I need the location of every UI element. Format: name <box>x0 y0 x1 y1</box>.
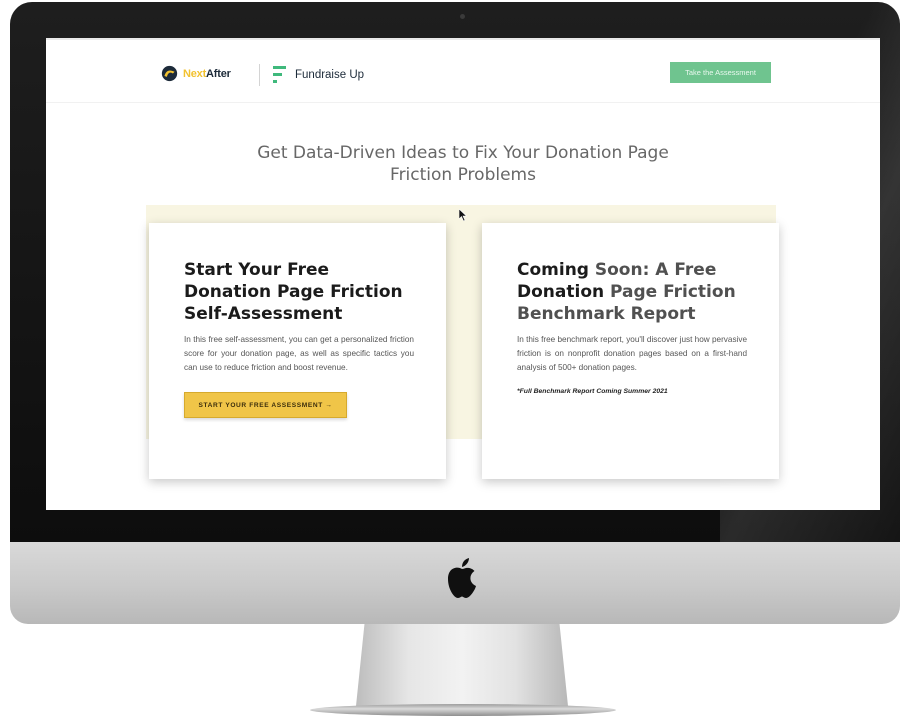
headline-line-2: Friction Problems <box>390 165 536 185</box>
card-title: Start Your Free Donation Page Friction S… <box>184 260 403 324</box>
card-title-part: Coming <box>517 260 589 280</box>
fundraiseup-logo-icon <box>273 66 286 83</box>
take-assessment-button[interactable]: Take the Assessment <box>670 62 771 83</box>
monitor-stand-neck <box>356 624 568 706</box>
nextafter-logo-text: NextAfter <box>183 68 231 80</box>
benchmark-report-card: Coming Soon: A Free Donation Page Fricti… <box>482 223 779 479</box>
nextafter-logo[interactable]: NextAfter <box>161 65 231 82</box>
fundraiseup-logo[interactable]: Fundraise Up <box>273 64 364 86</box>
logo-text-next: Next <box>183 67 207 80</box>
card-title-part: Donation <box>517 282 605 302</box>
start-assessment-button[interactable]: START YOUR FREE ASSESSMENT → <box>184 392 347 418</box>
monitor-screen: NextAfter Fundraise Up Take the Assessme… <box>46 38 880 510</box>
self-assessment-card: Start Your Free Donation Page Friction S… <box>149 223 446 479</box>
page-headline: Get Data-Driven Ideas to Fix Your Donati… <box>46 142 880 186</box>
card-title-part: Soon: A Free <box>588 260 717 280</box>
logo-text-after: After <box>206 67 231 80</box>
nextafter-logo-icon <box>161 65 178 82</box>
apple-logo-icon <box>448 558 476 598</box>
card-body: In this free benchmark report, you'll di… <box>517 335 748 372</box>
camera-icon <box>460 14 465 19</box>
card-body: In this free self-assessment, you can ge… <box>184 335 414 372</box>
monitor-stand-base <box>310 704 616 716</box>
site-header: NextAfter Fundraise Up Take the Assessme… <box>46 38 880 103</box>
benchmark-note: *Full Benchmark Report Coming Summer 202… <box>517 388 668 395</box>
mouse-cursor-icon <box>459 209 467 221</box>
fundraiseup-logo-text: Fundraise Up <box>295 69 365 81</box>
logo-divider <box>259 64 260 86</box>
headline-line-1: Get Data-Driven Ideas to Fix Your Donati… <box>257 143 669 163</box>
card-title: Coming Soon: A Free Donation Page Fricti… <box>517 259 747 325</box>
